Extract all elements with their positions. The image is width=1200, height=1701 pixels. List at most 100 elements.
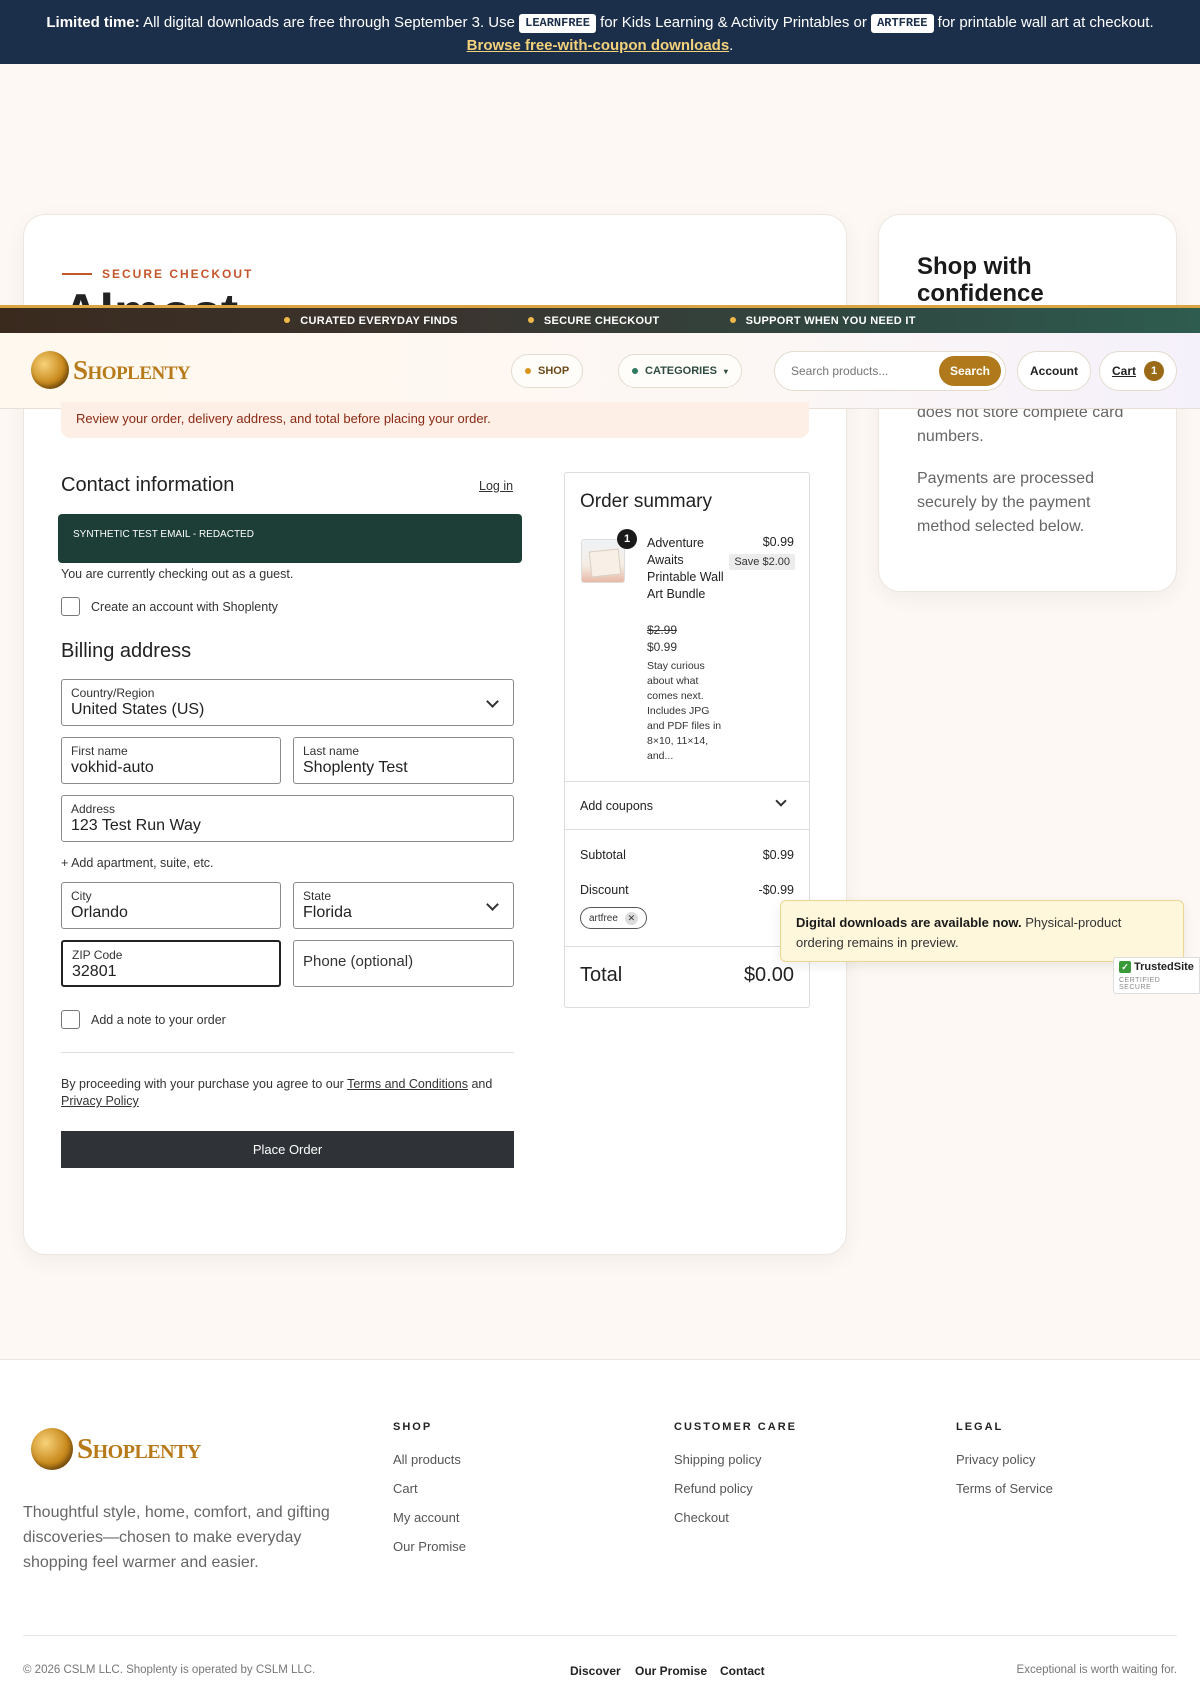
caret-down-icon: ▾ (723, 366, 728, 376)
divider (61, 1052, 514, 1053)
order-summary: Order summary 1 Adventure Awaits Printab… (564, 472, 810, 1008)
subtotal-value: $0.99 (762, 848, 794, 862)
place-order-button[interactable]: Place Order (61, 1131, 514, 1168)
privacy-link[interactable]: Privacy Policy (61, 1094, 139, 1108)
country-select[interactable]: Country/Region United States (US) (61, 679, 514, 726)
order-note-label: Add a note to your order (91, 1013, 226, 1027)
footer-bottom-contact[interactable]: Contact (720, 1664, 765, 1678)
footer-link-privacy[interactable]: Privacy policy (956, 1452, 1035, 1467)
footer-bottom-discover[interactable]: Discover (570, 1664, 621, 1678)
discount-value: -$0.99 (758, 883, 794, 897)
coupon-code-learnfree: LEARNFREE (519, 14, 596, 33)
site-header: Shoplenty SHOP CATEGORIES ▾ Search Accoun… (0, 333, 1200, 409)
first-name-value: vokhid-auto (71, 759, 154, 776)
cart-label: Cart (1111, 364, 1136, 378)
check-icon: ✓ (1119, 961, 1131, 973)
state-value: Florida (303, 904, 352, 921)
announcement-text: for printable wall art at checkout. (933, 14, 1154, 31)
coupon-chip-code: artfree (589, 912, 618, 924)
categories-label: CATEGORIES (645, 365, 717, 377)
footer-link-terms[interactable]: Terms of Service (956, 1481, 1053, 1496)
footer-shop-title: SHOP (393, 1421, 433, 1433)
first-name-field[interactable]: First name vokhid-auto (61, 737, 281, 784)
zip-label: ZIP Code (72, 948, 123, 962)
account-button[interactable]: Account (1017, 351, 1091, 391)
state-select[interactable]: State Florida (293, 882, 514, 929)
trustedsite-badge[interactable]: ✓ TrustedSite CERTIFIED SECURE (1113, 957, 1200, 994)
kicker-text: SECURE CHECKOUT (102, 267, 254, 281)
footer-divider (23, 1635, 1177, 1636)
product-name: Adventure Awaits Printable Wall Art Bund… (647, 536, 724, 601)
order-note-checkbox[interactable] (61, 1010, 80, 1029)
dot-icon (632, 368, 638, 374)
ribbon-item: SUPPORT WHEN YOU NEED IT (730, 315, 916, 327)
last-name-label: Last name (303, 744, 360, 758)
footer-link-cart[interactable]: Cart (393, 1481, 418, 1496)
old-price: $2.99 (647, 623, 678, 637)
state-label: State (303, 889, 332, 903)
terms-text: By proceeding with your purchase you agr… (61, 1076, 521, 1110)
logo-text: Shoplenty (73, 354, 191, 385)
phone-field[interactable]: Phone (optional) (293, 940, 514, 987)
header-ribbon: CURATED EVERYDAY FINDS SECURE CHECKOUT S… (0, 305, 1200, 333)
address-field[interactable]: Address 123 Test Run Way (61, 795, 514, 842)
zip-field[interactable]: ZIP Code 32801 (61, 940, 281, 987)
announcement-text: for Kids Learning & Activity Printables … (595, 14, 872, 31)
remove-coupon-icon[interactable]: ✕ (624, 911, 638, 925)
footer-tagline: Thoughtful style, home, comfort, and gif… (23, 1504, 330, 1571)
search-button[interactable]: Search (939, 356, 1001, 386)
subtotal-label: Subtotal (580, 848, 626, 862)
city-label: City (71, 889, 92, 903)
city-value: Orlando (71, 904, 128, 921)
confidence-text-2: Payments are processed securely by the p… (917, 470, 1094, 535)
trustedsite-name: TrustedSite (1134, 961, 1194, 973)
secure-checkout-kicker: SECURE CHECKOUT (62, 267, 253, 281)
footer-link-our-promise[interactable]: Our Promise (393, 1539, 466, 1554)
browse-free-downloads-link[interactable]: Browse free-with-coupon downloads (467, 37, 730, 54)
announcement-text: All digital downloads are free through S… (139, 14, 520, 31)
product-thumbnail (581, 539, 625, 583)
footer-legal-title: LEGAL (956, 1421, 1004, 1433)
email-field[interactable]: SYNTHETIC TEST EMAIL - REDACTED (58, 514, 522, 563)
add-apartment-link[interactable]: + Add apartment, suite, etc. (61, 856, 214, 870)
quantity-badge: 1 (617, 529, 637, 549)
address-value: 123 Test Run Way (71, 817, 201, 834)
save-badge: Save $2.00 (729, 554, 795, 570)
footer-link-all-products[interactable]: All products (393, 1452, 461, 1467)
guest-note: You are currently checking out as a gues… (61, 567, 294, 581)
add-coupons-toggle[interactable]: Add coupons (565, 781, 809, 829)
create-account-label: Create an account with Shoplenty (91, 600, 278, 614)
city-field[interactable]: City Orlando (61, 882, 281, 929)
summary-divider (565, 829, 809, 830)
last-name-field[interactable]: Last name Shoplenty Test (293, 737, 514, 784)
footer-bottom-promise[interactable]: Our Promise (635, 1664, 707, 1678)
footer-motto: Exceptional is worth waiting for. (1016, 1664, 1177, 1676)
footer-link-my-account[interactable]: My account (393, 1510, 459, 1525)
terms-link[interactable]: Terms and Conditions (347, 1077, 468, 1091)
footer-link-shipping[interactable]: Shipping policy (674, 1452, 761, 1467)
search-input[interactable] (791, 364, 931, 378)
login-link[interactable]: Log in (479, 479, 513, 493)
footer-link-checkout[interactable]: Checkout (674, 1510, 729, 1525)
footer-care-title: CUSTOMER CARE (674, 1421, 797, 1433)
billing-title: Billing address (61, 640, 192, 662)
confidence-title: Shop with confidence (917, 253, 1044, 307)
total-value: $0.00 (743, 964, 794, 986)
discount-label: Discount (580, 883, 629, 897)
header-logo[interactable]: Shoplenty (31, 351, 191, 389)
site-footer: Shoplenty Thoughtful style, home, comfor… (0, 1359, 1200, 1701)
terms-mid: and (467, 1077, 493, 1091)
search-box: Search (774, 351, 1006, 391)
cart-count-badge: 1 (1144, 361, 1164, 381)
add-coupons-label: Add coupons (580, 799, 653, 813)
coupon-chip: artfree ✕ (580, 907, 647, 929)
terms-pre: By proceeding with your purchase you agr… (61, 1077, 348, 1091)
cart-button[interactable]: Cart 1 (1099, 351, 1177, 391)
shop-nav-button[interactable]: SHOP (511, 354, 584, 388)
footer-logo-text: Shoplenty (77, 1432, 201, 1465)
footer-logo[interactable]: Shoplenty (31, 1428, 201, 1470)
categories-nav-button[interactable]: CATEGORIES ▾ (618, 354, 742, 388)
create-account-checkbox[interactable] (61, 597, 80, 616)
phone-placeholder: Phone (optional) (303, 953, 414, 970)
footer-link-refund[interactable]: Refund policy (674, 1481, 753, 1496)
